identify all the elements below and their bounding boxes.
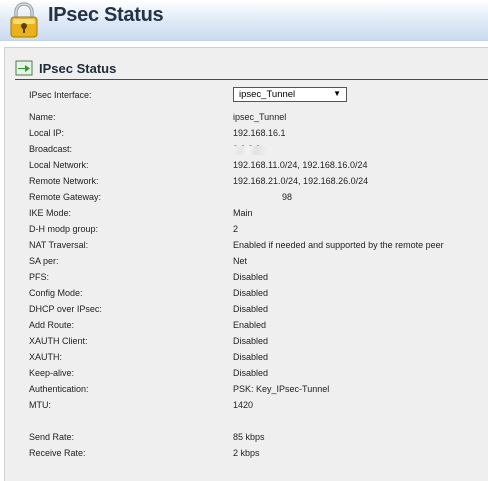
add-route-label: Add Route: bbox=[29, 320, 75, 330]
interface-selected-value: ipsec_Tunnel bbox=[239, 89, 296, 100]
interface-select[interactable]: ipsec_Tunnel ▼ bbox=[233, 87, 347, 102]
local-network-value: 192.168.11.0/24, 192.168.16.0/24 bbox=[233, 160, 368, 170]
remote-network-label: Remote Network: bbox=[29, 176, 99, 186]
ike-mode-value: Main bbox=[233, 208, 253, 218]
local-network-label: Local Network: bbox=[29, 160, 89, 170]
nat-traversal-value: Enabled if needed and supported by the r… bbox=[233, 240, 444, 250]
mtu-value: 1420 bbox=[233, 400, 254, 410]
authentication-value: PSK: Key_IPsec-Tunnel bbox=[233, 384, 330, 394]
panel-title: IPsec Status bbox=[39, 61, 117, 76]
remote-gateway-label: Remote Gateway: bbox=[29, 192, 102, 202]
dhcp-over-ipsec-label: DHCP over IPsec: bbox=[29, 304, 102, 314]
app-title: IPsec Status bbox=[48, 4, 164, 26]
broadcast-label: Broadcast: bbox=[29, 144, 73, 154]
pfs-value: Disabled bbox=[233, 272, 269, 282]
xauth-value: Disabled bbox=[233, 352, 269, 362]
mtu-label: MTU: bbox=[29, 400, 51, 410]
keep-alive-value: Disabled bbox=[233, 368, 269, 378]
config-mode-value: Disabled bbox=[233, 288, 269, 298]
pfs-label: PFS: bbox=[29, 272, 50, 282]
name-value: ipsec_Tunnel bbox=[233, 112, 287, 122]
panel-header: IPsec Status bbox=[15, 60, 488, 80]
authentication-label: Authentication: bbox=[29, 384, 89, 394]
xauth-client-label: XAUTH Client: bbox=[29, 336, 88, 346]
local-ip-value: 192.168.16.1 bbox=[233, 128, 286, 138]
padlock-icon bbox=[10, 2, 38, 38]
config-mode-label: Config Mode: bbox=[29, 288, 83, 298]
remote-gateway-value: 98 bbox=[282, 192, 293, 202]
ike-mode-label: IKE Mode: bbox=[29, 208, 72, 218]
receive-rate-value: 2 kbps bbox=[233, 448, 260, 458]
sa-per-value: Net bbox=[233, 256, 248, 266]
send-rate-value: 85 kbps bbox=[233, 432, 265, 442]
xauth-client-value: Disabled bbox=[233, 336, 269, 346]
local-ip-label: Local IP: bbox=[29, 128, 65, 138]
dhcp-over-ipsec-value: Disabled bbox=[233, 304, 269, 314]
interface-label: IPsec Interface: bbox=[29, 90, 92, 100]
chevron-down-icon: ▼ bbox=[333, 89, 341, 98]
name-label: Name: bbox=[29, 112, 56, 122]
nat-traversal-label: NAT Traversal: bbox=[29, 240, 89, 250]
receive-rate-label: Receive Rate: bbox=[29, 448, 86, 458]
send-rate-label: Send Rate: bbox=[29, 432, 75, 442]
app-header: IPsec Status bbox=[0, 0, 488, 41]
sa-per-label: SA per: bbox=[29, 256, 59, 266]
d-h-modp-group-value: 2 bbox=[233, 224, 239, 234]
redacted-gateway bbox=[233, 146, 271, 155]
add-route-value: Enabled bbox=[233, 320, 267, 330]
green-arrow-icon bbox=[15, 60, 33, 76]
d-h-modp-group-label: D-H modp group: bbox=[29, 224, 99, 234]
remote-network-value: 192.168.21.0/24, 192.168.26.0/24 bbox=[233, 176, 369, 186]
xauth-label: XAUTH: bbox=[29, 352, 63, 362]
keep-alive-label: Keep-alive: bbox=[29, 368, 75, 378]
